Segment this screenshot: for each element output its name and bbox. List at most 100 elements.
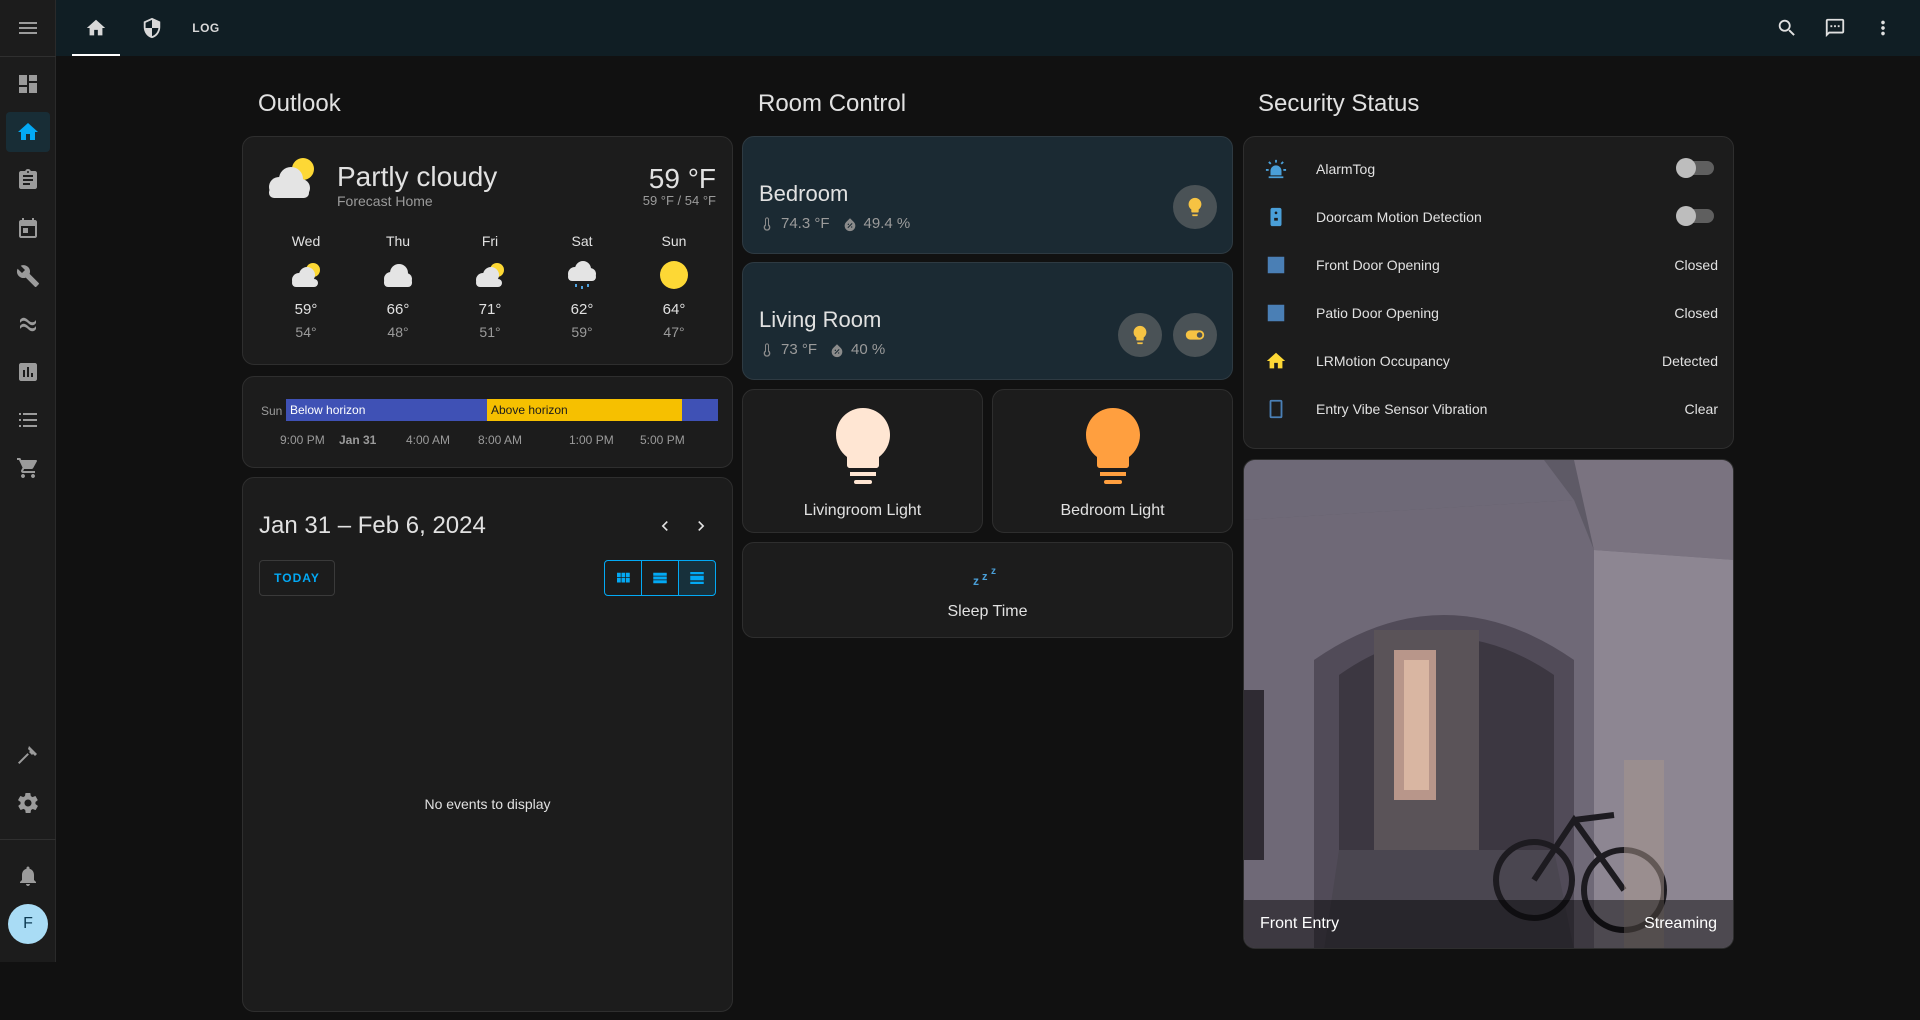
entity-label: Patio Door Opening — [1316, 305, 1439, 321]
sidebar-item-settings[interactable] — [0, 779, 56, 827]
below-horizon-bar[interactable]: Below horizon — [286, 399, 487, 421]
more-options-button[interactable] — [1867, 12, 1899, 44]
alarmtog-switch[interactable] — [1676, 158, 1714, 178]
comment-processing-icon — [1825, 18, 1845, 38]
forecast-day: Sat 62° 59° — [552, 233, 612, 340]
svg-text:z: z — [982, 571, 988, 583]
sidebar-item-tools[interactable] — [0, 252, 56, 300]
thermometer-icon — [763, 216, 771, 231]
weather-location: Forecast Home — [337, 193, 433, 209]
sidebar-item-dashboard[interactable] — [0, 60, 56, 108]
living-room-switch-toggle[interactable] — [1173, 313, 1217, 357]
sidebar-item-developer[interactable] — [0, 731, 56, 779]
room-card-living-room[interactable]: Living Room 73 °F 40 % — [742, 262, 1233, 380]
weather-condition: Partly cloudy — [337, 161, 498, 192]
light-tile-livingroom[interactable]: Livingroom Light — [742, 389, 983, 533]
forecast-day: Fri 71° 51° — [460, 233, 520, 340]
room-card-bedroom[interactable]: Bedroom 74.3 °F 49.4 % — [742, 136, 1233, 254]
below-horizon-label: Below horizon — [290, 403, 366, 417]
search-icon — [1778, 19, 1795, 36]
sidebar-item-home[interactable] — [0, 108, 56, 156]
forecast-high: 71° — [478, 301, 502, 318]
lightbulb-icon — [1085, 408, 1140, 484]
door-square-icon — [1264, 253, 1288, 277]
room-name: Living Room — [759, 307, 882, 332]
avatar[interactable]: F — [8, 904, 48, 944]
partly-cloudy-icon — [292, 263, 320, 287]
scene-name: Sleep Time — [947, 603, 1028, 620]
sidebar-item-shopping[interactable] — [0, 444, 56, 492]
tab-security[interactable] — [128, 0, 176, 56]
entity-row[interactable]: Patio Door Opening Closed — [1244, 289, 1734, 337]
entity-state: Clear — [1684, 401, 1718, 417]
calendar-next-button[interactable] — [689, 514, 713, 538]
today-button[interactable]: TODAY — [259, 560, 335, 596]
entity-row[interactable]: AlarmTog — [1244, 145, 1734, 193]
tab-log[interactable]: LOG — [182, 0, 230, 56]
day-view-button[interactable] — [679, 561, 715, 595]
forecast-day-name: Sat — [571, 233, 593, 249]
sidebar-item-history[interactable] — [0, 348, 56, 396]
week-view-button[interactable] — [642, 561, 679, 595]
sidebar-item-todo[interactable] — [0, 396, 56, 444]
room-control-heading: Room Control — [758, 90, 907, 117]
sun-label: Sun — [261, 404, 283, 418]
sun-tick: 8:00 AM — [478, 433, 523, 447]
sidebar-item-calendar[interactable] — [0, 204, 56, 252]
room-temperature: 74.3 °F — [781, 215, 830, 232]
sidebar-item-notifications[interactable] — [0, 852, 56, 900]
alarm-light-icon — [1264, 157, 1288, 181]
rainy-icon — [568, 261, 596, 289]
entity-row[interactable]: Entry Vibe Sensor Vibration Clear — [1244, 385, 1734, 433]
sidebar-divider — [0, 56, 56, 57]
sun-timeline-card[interactable]: Sun Below horizon Above horizon 9:00 PM … — [242, 376, 733, 468]
month-view-button[interactable] — [605, 561, 642, 595]
toggle-switch-icon — [1185, 330, 1205, 340]
sun-tick: 5:00 PM — [640, 433, 685, 447]
above-horizon-bar[interactable]: Above horizon — [487, 399, 682, 421]
forecast-day-name: Sun — [661, 233, 687, 249]
home-occupied-icon — [1264, 349, 1288, 373]
entity-label: Entry Vibe Sensor Vibration — [1316, 401, 1488, 417]
forecast-high: 64° — [662, 301, 686, 318]
entity-label: Doorcam Motion Detection — [1316, 209, 1482, 225]
entity-row[interactable]: Front Door Opening Closed — [1244, 241, 1734, 289]
lightbulb-icon — [1188, 197, 1202, 217]
entity-state: Closed — [1674, 305, 1718, 321]
chevron-left-icon — [661, 521, 668, 531]
camera-feed-front-entry[interactable]: Front Entry Streaming — [1243, 459, 1734, 949]
living-room-light-toggle[interactable] — [1118, 313, 1162, 357]
menu-icon[interactable] — [0, 4, 56, 52]
weather-forecast-card[interactable]: Partly cloudy Forecast Home 59 °F 59 °F … — [242, 136, 733, 365]
sidebar-divider — [0, 839, 56, 840]
below-horizon-bar[interactable] — [682, 399, 718, 421]
entity-row[interactable]: LRMotion Occupancy Detected — [1244, 337, 1734, 385]
door-square-icon — [1264, 301, 1288, 325]
assist-button[interactable] — [1819, 12, 1851, 44]
sidebar-item-logbook[interactable] — [0, 156, 56, 204]
entity-row[interactable]: Doorcam Motion Detection — [1244, 193, 1734, 241]
forecast-day-name: Fri — [481, 233, 499, 249]
camera-state: Streaming — [1644, 915, 1717, 932]
thermometer-icon — [763, 342, 771, 357]
room-sensors: 73 °F 40 % — [759, 341, 885, 358]
forecast-high: 59° — [294, 301, 318, 318]
bedroom-light-toggle[interactable] — [1173, 185, 1217, 229]
light-tile-bedroom[interactable]: Bedroom Light — [992, 389, 1233, 533]
sidebar-item-integrations[interactable] — [0, 300, 56, 348]
sun-tick: 9:00 PM — [280, 433, 325, 447]
sun-tick: 4:00 AM — [406, 433, 451, 447]
cart-icon — [17, 458, 37, 478]
clipboard-icon — [19, 169, 37, 189]
search-button[interactable] — [1771, 12, 1803, 44]
tab-log-label: LOG — [192, 21, 220, 35]
list-icon — [19, 413, 37, 427]
tab-home[interactable] — [72, 0, 120, 56]
calendar-prev-button[interactable] — [653, 514, 677, 538]
hammer-icon — [18, 746, 37, 764]
camera-name: Front Entry — [1260, 915, 1340, 932]
scene-sleep-time[interactable]: z z z Sleep Time — [742, 542, 1233, 638]
light-name: Bedroom Light — [1060, 502, 1165, 519]
doorcam-motion-switch[interactable] — [1676, 206, 1714, 226]
vibration-icon — [1264, 397, 1288, 421]
